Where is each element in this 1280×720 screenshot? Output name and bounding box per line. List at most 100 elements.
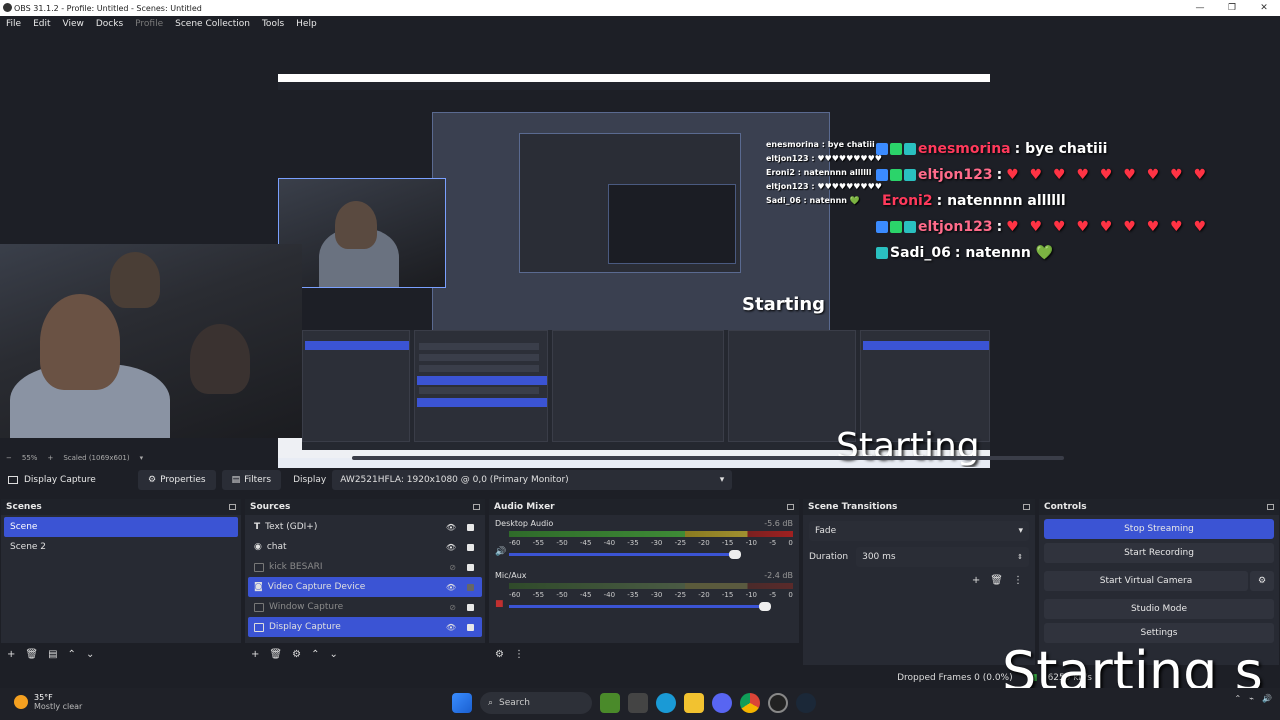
taskbar-search[interactable]: ⌕ Search bbox=[480, 692, 592, 714]
windows-start-icon[interactable] bbox=[452, 693, 472, 713]
gear-icon[interactable]: ⚙ bbox=[495, 649, 504, 660]
source-item[interactable]: Display Capture 👁 bbox=[248, 617, 482, 637]
chevron-up-icon[interactable]: ⌃ bbox=[1235, 694, 1242, 703]
spin-arrows-icon: ⇕ bbox=[1017, 553, 1023, 561]
chat-message: Sadi_06: natennn 💚 bbox=[876, 240, 1276, 266]
add-icon[interactable]: + bbox=[251, 649, 259, 660]
stop-streaming-button[interactable]: Stop Streaming bbox=[1044, 519, 1274, 539]
studio-mode-button[interactable]: Studio Mode bbox=[1044, 599, 1274, 619]
display-label: Display bbox=[293, 475, 327, 485]
add-icon[interactable]: + bbox=[7, 649, 15, 660]
steam-icon[interactable] bbox=[796, 693, 816, 713]
move-up-icon[interactable]: ⌃ bbox=[68, 649, 76, 660]
eye-icon[interactable]: 👁 bbox=[446, 583, 456, 592]
preview-area[interactable]: enesmorina : bye chatiii eltjon123 : ♥♥♥… bbox=[0, 32, 1280, 474]
lock-icon[interactable] bbox=[467, 563, 474, 571]
duration-spinbox[interactable]: 300 ms ⇕ bbox=[856, 547, 1029, 567]
scene-transitions-dock: Scene Transitions Fade ▾ Duration 300 ms ⇕… bbox=[802, 498, 1036, 666]
lock-icon[interactable] bbox=[467, 543, 474, 551]
more-icon[interactable]: ⋮ bbox=[1013, 575, 1023, 586]
lock-icon[interactable] bbox=[467, 523, 474, 531]
folder-icon[interactable] bbox=[684, 693, 704, 713]
nested-webcam bbox=[278, 178, 446, 288]
volume-meter bbox=[509, 531, 793, 537]
lock-icon[interactable] bbox=[467, 623, 474, 631]
menu-tools[interactable]: Tools bbox=[256, 19, 290, 29]
discord-icon[interactable] bbox=[712, 693, 732, 713]
undock-icon[interactable] bbox=[1267, 504, 1274, 510]
display-select[interactable]: AW2521HFLA: 1920x1080 @ 0,0 (Primary Mon… bbox=[332, 470, 733, 490]
source-item[interactable]: Window Capture ⊘ bbox=[248, 597, 482, 617]
weather-widget[interactable]: 35°F Mostly clear bbox=[14, 693, 82, 711]
camera-icon: ◙ bbox=[254, 582, 263, 592]
chat-message: enesmorina: bye chatiii bbox=[876, 136, 1276, 162]
volume-slider[interactable] bbox=[509, 550, 741, 559]
network-icon[interactable]: ⌁ bbox=[1249, 694, 1254, 703]
eye-icon[interactable]: 👁 bbox=[446, 543, 456, 552]
menu-scene-collection[interactable]: Scene Collection bbox=[169, 19, 256, 29]
transition-select[interactable]: Fade ▾ bbox=[809, 521, 1029, 541]
source-item[interactable]: T Text (GDI+) 👁 bbox=[248, 517, 482, 537]
undock-icon[interactable] bbox=[787, 504, 794, 510]
eye-hidden-icon[interactable]: ⊘ bbox=[449, 603, 456, 612]
gear-icon: ⚙ bbox=[148, 475, 157, 485]
menu-docks[interactable]: Docks bbox=[90, 19, 129, 29]
move-down-icon[interactable]: ⌄ bbox=[329, 649, 337, 660]
menu-view[interactable]: View bbox=[57, 19, 90, 29]
obs-icon[interactable] bbox=[768, 693, 788, 713]
weather-icon bbox=[14, 695, 28, 709]
mixer-channel: Desktop Audio -5.6 dB -60 -55 -50 -45 -40 -35-… bbox=[495, 519, 793, 559]
scene-item[interactable]: Scene 2 bbox=[4, 537, 238, 557]
webcam-feed[interactable] bbox=[0, 244, 302, 438]
start-recording-button[interactable]: Start Recording bbox=[1044, 543, 1274, 563]
app-icon[interactable] bbox=[600, 693, 620, 713]
speaker-icon[interactable]: 🔊 bbox=[495, 547, 506, 557]
filters-button[interactable]: ▤ Filters bbox=[221, 470, 282, 490]
scene-item[interactable]: Scene bbox=[4, 517, 238, 537]
menu-file[interactable]: File bbox=[0, 19, 27, 29]
window-icon bbox=[254, 602, 264, 612]
source-item[interactable]: kick BESARI ⊘ bbox=[248, 557, 482, 577]
gear-icon[interactable]: ⚙ bbox=[292, 649, 301, 660]
muted-speaker-icon[interactable]: ■ bbox=[495, 599, 505, 609]
task-view-icon[interactable] bbox=[628, 693, 648, 713]
volume-slider[interactable] bbox=[509, 602, 771, 611]
volume-icon[interactable]: 🔊 bbox=[1262, 694, 1272, 703]
add-icon[interactable]: + bbox=[972, 575, 980, 586]
move-down-icon[interactable]: ⌄ bbox=[86, 649, 94, 660]
more-icon[interactable]: ⋮ bbox=[514, 649, 524, 660]
eye-icon[interactable]: 👁 bbox=[446, 623, 456, 632]
menu-help[interactable]: Help bbox=[290, 19, 323, 29]
monitor-icon bbox=[8, 476, 18, 484]
source-item[interactable]: ◉ chat 👁 bbox=[248, 537, 482, 557]
preview-scrollbar[interactable] bbox=[0, 454, 1280, 462]
close-icon[interactable]: ✕ bbox=[1248, 0, 1280, 16]
move-up-icon[interactable]: ⌃ bbox=[311, 649, 319, 660]
edge-icon[interactable] bbox=[656, 693, 676, 713]
trash-icon[interactable]: 🗑 bbox=[25, 649, 38, 660]
undock-icon[interactable] bbox=[229, 504, 236, 510]
chrome-icon[interactable] bbox=[740, 693, 760, 713]
trash-icon[interactable]: 🗑 bbox=[990, 575, 1003, 586]
filter-icon[interactable]: ▤ bbox=[48, 649, 57, 660]
start-virtual-camera-button[interactable]: Start Virtual Camera bbox=[1044, 571, 1248, 591]
duration-row: Duration 300 ms ⇕ bbox=[809, 547, 1029, 567]
menu-edit[interactable]: Edit bbox=[27, 19, 56, 29]
source-item[interactable]: ◙ Video Capture Device 👁 bbox=[248, 577, 482, 597]
mixer-channel: Mic/Aux -2.4 dB -60 -55 -50 -45 -40 -35 -30 -25-… bbox=[495, 571, 793, 611]
properties-button[interactable]: ⚙ Properties bbox=[138, 470, 216, 490]
eye-icon[interactable]: 👁 bbox=[446, 523, 456, 532]
minimize-icon[interactable]: — bbox=[1184, 0, 1216, 16]
maximize-icon[interactable]: ❐ bbox=[1216, 0, 1248, 16]
title-bar: OBS 31.1.2 - Profile: Untitled - Scenes:… bbox=[0, 0, 1280, 16]
lock-icon[interactable] bbox=[467, 583, 474, 591]
virtual-camera-settings-button[interactable]: ⚙ bbox=[1250, 571, 1274, 591]
undock-icon[interactable] bbox=[1023, 504, 1030, 510]
chevron-down-icon: ▾ bbox=[1018, 526, 1023, 536]
undock-icon[interactable] bbox=[473, 504, 480, 510]
trash-icon[interactable]: 🗑 bbox=[269, 649, 282, 660]
lock-icon[interactable] bbox=[467, 603, 474, 611]
eye-hidden-icon[interactable]: ⊘ bbox=[449, 563, 456, 572]
menu-profile[interactable]: Profile bbox=[129, 19, 169, 29]
search-icon: ⌕ bbox=[488, 698, 494, 708]
